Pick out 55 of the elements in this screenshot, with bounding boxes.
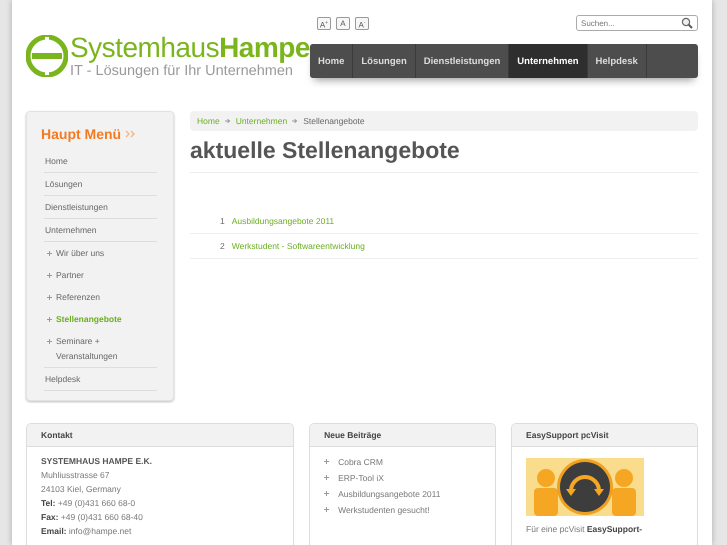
contact-line: Email: info@hampe.net <box>41 525 132 538</box>
plus-icon <box>47 317 52 322</box>
panel-title: Neue Beiträge <box>310 424 496 447</box>
plus-icon <box>47 251 52 256</box>
font-size-button[interactable]: A$^{+}$ <box>316 16 331 30</box>
plus-icon <box>324 459 330 464</box>
plus-icon <box>47 339 52 344</box>
list-number: 2 <box>220 241 225 251</box>
sidebar-title: Haupt Menü <box>41 126 122 142</box>
sidebar-subitem[interactable]: Partner <box>56 268 84 283</box>
plus-icon <box>47 295 52 300</box>
page-title: aktuelle Stellenangebote <box>190 137 698 173</box>
promo-text: Für eine pcVisit EasySupport- <box>526 523 644 536</box>
sidebar-item[interactable]: Home <box>44 150 157 173</box>
font-size-button[interactable]: A <box>336 16 350 30</box>
contact-line: Fax: +49 (0)431 660 68-40 <box>41 511 144 524</box>
search-icon[interactable] <box>681 17 693 29</box>
sidebar-item[interactable]: Lösungen <box>44 173 157 196</box>
plus-icon <box>324 475 330 480</box>
plus-icon <box>47 273 52 278</box>
nav-tab[interactable]: Unternehmen <box>509 44 588 78</box>
panel-title: EasySupport pcVisit <box>512 424 698 447</box>
job-link[interactable]: Werkstudent - Softwareentwicklung <box>232 241 365 251</box>
sidebar-subitem[interactable]: Wir über uns <box>56 246 104 261</box>
job-link[interactable]: Ausbildungsangebote 2011 <box>232 216 334 226</box>
search-field[interactable]: Suchen... <box>576 15 698 31</box>
contact-line: Tel: +49 (0)431 660 68-0 <box>41 497 136 510</box>
company-name: SYSTEMHAUS HAMPE E.K. <box>41 455 153 468</box>
post-link[interactable]: Werkstudenten gesucht! <box>338 502 430 518</box>
nav-tab[interactable]: Lösungen <box>353 44 416 78</box>
list-number: 1 <box>220 216 225 226</box>
post-link[interactable]: ERP-Tool iX <box>338 470 384 486</box>
logo-icon <box>26 35 68 77</box>
nav-tab[interactable]: Dienstleistungen <box>416 44 510 78</box>
arrow-icon <box>292 118 298 124</box>
sidebar-subitem[interactable]: Seminare + Veranstaltungen <box>56 334 157 364</box>
arrow-icon <box>224 118 231 124</box>
post-link[interactable]: Ausbildungsangebote 2011 <box>338 486 440 502</box>
font-size-button[interactable]: A$^{-}$ <box>354 16 369 30</box>
double-chevron-icon <box>125 130 138 138</box>
breadcrumb-current: Stellenangebote <box>303 116 365 126</box>
nav-tab[interactable]: Helpdesk <box>588 44 647 78</box>
plus-icon <box>324 507 330 512</box>
plus-icon <box>324 491 330 496</box>
panel-title: Kontakt <box>27 424 294 447</box>
post-link[interactable]: Cobra CRM <box>338 454 383 470</box>
contact-line: Muhliusstrasse 67 <box>41 469 111 482</box>
contact-line: 24103 Kiel, Germany <box>41 483 122 496</box>
sidebar-item[interactable]: Unternehmen <box>44 219 157 242</box>
sidebar-item[interactable]: Dienstleistungen <box>44 196 157 219</box>
sidebar-subitem[interactable]: Referenzen <box>56 290 100 305</box>
nav-tab[interactable]: Home <box>310 44 354 78</box>
logo-tagline: IT - Lösungen für Ihr Unternehmen <box>70 63 294 79</box>
logo-title: SystemhausHampe <box>70 33 310 63</box>
sidebar-item[interactable]: Helpdesk <box>44 368 157 391</box>
